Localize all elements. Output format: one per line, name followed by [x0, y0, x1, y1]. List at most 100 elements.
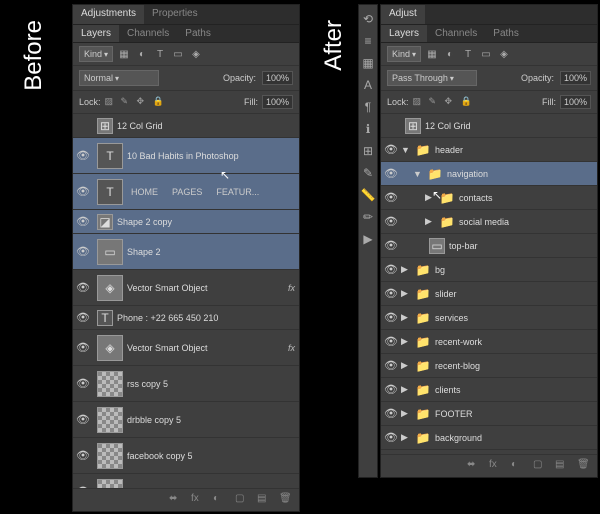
layer-name[interactable]: recent-blog	[435, 361, 597, 371]
expand-arrow-icon[interactable]: ▶	[425, 216, 435, 227]
lock-brush-icon[interactable]: ✎	[429, 96, 441, 108]
tab-channels[interactable]: Channels	[119, 25, 177, 42]
layer-row[interactable]: 👁 ▶ 📁 recent-blog	[381, 354, 597, 378]
visibility-toggle[interactable]: 👁	[73, 341, 93, 354]
layer-row[interactable]: 👁 ▶ 📁 recent-work	[381, 330, 597, 354]
filter-adjust-icon[interactable]: ◐	[443, 47, 457, 61]
visibility-toggle[interactable]: 👁	[381, 263, 401, 276]
visibility-toggle[interactable]: 👁	[381, 191, 401, 204]
tab-paths[interactable]: Paths	[485, 25, 527, 42]
expand-arrow-icon[interactable]: ▶	[401, 408, 411, 419]
snap-icon[interactable]: ⊞	[360, 143, 376, 159]
layer-row[interactable]: 👁 T HOME PAGES FEATUR...	[73, 174, 299, 210]
filter-smart-icon[interactable]: ◈	[189, 47, 203, 61]
layer-name[interactable]: 12 Col Grid	[425, 121, 597, 131]
layer-row[interactable]: 👁 ▭ top-bar	[381, 234, 597, 258]
fill-value[interactable]: 100%	[262, 95, 293, 109]
trash-icon[interactable]: 🗑	[577, 459, 591, 473]
layer-name[interactable]: Shape 2 copy	[117, 217, 299, 227]
notes-icon[interactable]: ✎	[360, 165, 376, 181]
fx-icon[interactable]: fx	[489, 459, 503, 473]
layer-name[interactable]: rss copy 5	[127, 379, 299, 389]
blend-mode-dropdown[interactable]: Pass Through	[387, 70, 477, 86]
tab-layers[interactable]: Layers	[73, 25, 119, 42]
layer-row[interactable]: 👁 ▶ 📁 services	[381, 306, 597, 330]
tab-adjust[interactable]: Adjust	[381, 5, 425, 24]
mask-icon[interactable]: ◐	[213, 493, 227, 507]
tab-properties[interactable]: Properties	[144, 5, 206, 24]
layer-row[interactable]: 👁 drbble copy 5	[73, 402, 299, 438]
layer-name[interactable]: header	[435, 145, 597, 155]
lock-all-icon[interactable]: 🔒	[153, 96, 165, 108]
blend-mode-dropdown[interactable]: Normal	[79, 70, 159, 86]
lock-transparency-icon[interactable]: ▨	[413, 96, 425, 108]
layer-row[interactable]: 👁 T 10 Bad Habits in Photoshop	[73, 138, 299, 174]
layer-row[interactable]: 👁 T Phone : +22 665 450 210	[73, 306, 299, 330]
link-icon[interactable]: ⬌	[169, 493, 183, 507]
lock-transparency-icon[interactable]: ▨	[105, 96, 117, 108]
layer-name[interactable]: 12 Col Grid	[117, 121, 299, 131]
layer-name[interactable]: navigation	[447, 169, 597, 179]
expand-arrow-icon[interactable]: ▶	[401, 264, 411, 275]
layer-name[interactable]: recent-work	[435, 337, 597, 347]
visibility-toggle[interactable]: 👁	[73, 377, 93, 390]
opacity-value[interactable]: 100%	[262, 71, 293, 85]
swatches-icon[interactable]: ▦	[360, 55, 376, 71]
visibility-toggle[interactable]: 👁	[73, 449, 93, 462]
visibility-toggle[interactable]: 👁	[381, 287, 401, 300]
layer-name[interactable]: 10 Bad Habits in Photoshop	[127, 151, 299, 161]
filter-adjust-icon[interactable]: ◐	[135, 47, 149, 61]
visibility-toggle[interactable]: 👁	[73, 311, 93, 324]
expand-arrow-icon[interactable]: ▶	[401, 336, 411, 347]
opacity-value[interactable]: 100%	[560, 71, 591, 85]
expand-arrow-icon[interactable]: ▶	[401, 288, 411, 299]
layer-row[interactable]: 👁 ◈ Vector Smart Object fx	[73, 330, 299, 366]
expand-arrow-icon[interactable]: ▶	[401, 432, 411, 443]
fx-icon[interactable]: fx	[191, 493, 205, 507]
layer-name[interactable]: FOOTER	[435, 409, 597, 419]
ruler-icon[interactable]: 📏	[360, 187, 376, 203]
filter-shape-icon[interactable]: ▭	[171, 47, 185, 61]
filter-text-icon[interactable]: T	[153, 47, 167, 61]
lock-brush-icon[interactable]: ✎	[121, 96, 133, 108]
paragraph-icon[interactable]: ¶	[360, 99, 376, 115]
visibility-toggle[interactable]: 👁	[73, 185, 93, 198]
visibility-toggle[interactable]: 👁	[381, 383, 401, 396]
filter-text-icon[interactable]: T	[461, 47, 475, 61]
history-icon[interactable]: ⟲	[360, 11, 376, 27]
fill-value[interactable]: 100%	[560, 95, 591, 109]
layer-row[interactable]: 👁 ▶ 📁 slider	[381, 282, 597, 306]
layer-row[interactable]: 👁 ▶ 📁 background	[381, 426, 597, 450]
mask-icon[interactable]: ◐	[511, 459, 525, 473]
layer-name[interactable]: bg	[435, 265, 597, 275]
layer-name[interactable]: contacts	[459, 193, 597, 203]
layer-row[interactable]: 👁 ▶ 📁 contacts	[381, 186, 597, 210]
tab-paths[interactable]: Paths	[177, 25, 219, 42]
new-layer-icon[interactable]: ▤	[555, 459, 569, 473]
layer-row[interactable]: 👁 ◈ Vector Smart Object fx	[73, 270, 299, 306]
layer-name[interactable]: facebook copy 5	[127, 451, 299, 461]
filter-image-icon[interactable]: ▦	[117, 47, 131, 61]
visibility-toggle[interactable]: 👁	[381, 143, 401, 156]
arrange-icon[interactable]: ≡	[360, 33, 376, 49]
layer-name[interactable]: services	[435, 313, 597, 323]
layer-name[interactable]: slider	[435, 289, 597, 299]
layer-row[interactable]: 👁 ▶ 📁 clients	[381, 378, 597, 402]
layer-row[interactable]: 👁 ▶ 📁 social media	[381, 210, 597, 234]
new-layer-icon[interactable]: ▤	[257, 493, 271, 507]
visibility-toggle[interactable]: 👁	[73, 149, 93, 162]
fx-indicator[interactable]: fx	[288, 343, 295, 353]
trash-icon[interactable]: 🗑	[279, 493, 293, 507]
layer-name[interactable]: Vector Smart Object	[127, 343, 288, 353]
layer-name[interactable]: top-bar	[449, 241, 597, 251]
filter-kind-dropdown[interactable]: Kind	[387, 46, 421, 62]
visibility-toggle[interactable]: 👁	[73, 245, 93, 258]
layer-row[interactable]: ⊞ 12 Col Grid	[73, 114, 299, 138]
visibility-toggle[interactable]: 👁	[73, 413, 93, 426]
folder-icon[interactable]: ▢	[533, 459, 547, 473]
layer-row[interactable]: 👁 ▼ 📁 navigation	[381, 162, 597, 186]
layer-name[interactable]: background	[435, 433, 597, 443]
visibility-toggle[interactable]: 👁	[381, 407, 401, 420]
link-icon[interactable]: ⬌	[467, 459, 481, 473]
lock-move-icon[interactable]: ✥	[137, 96, 149, 108]
